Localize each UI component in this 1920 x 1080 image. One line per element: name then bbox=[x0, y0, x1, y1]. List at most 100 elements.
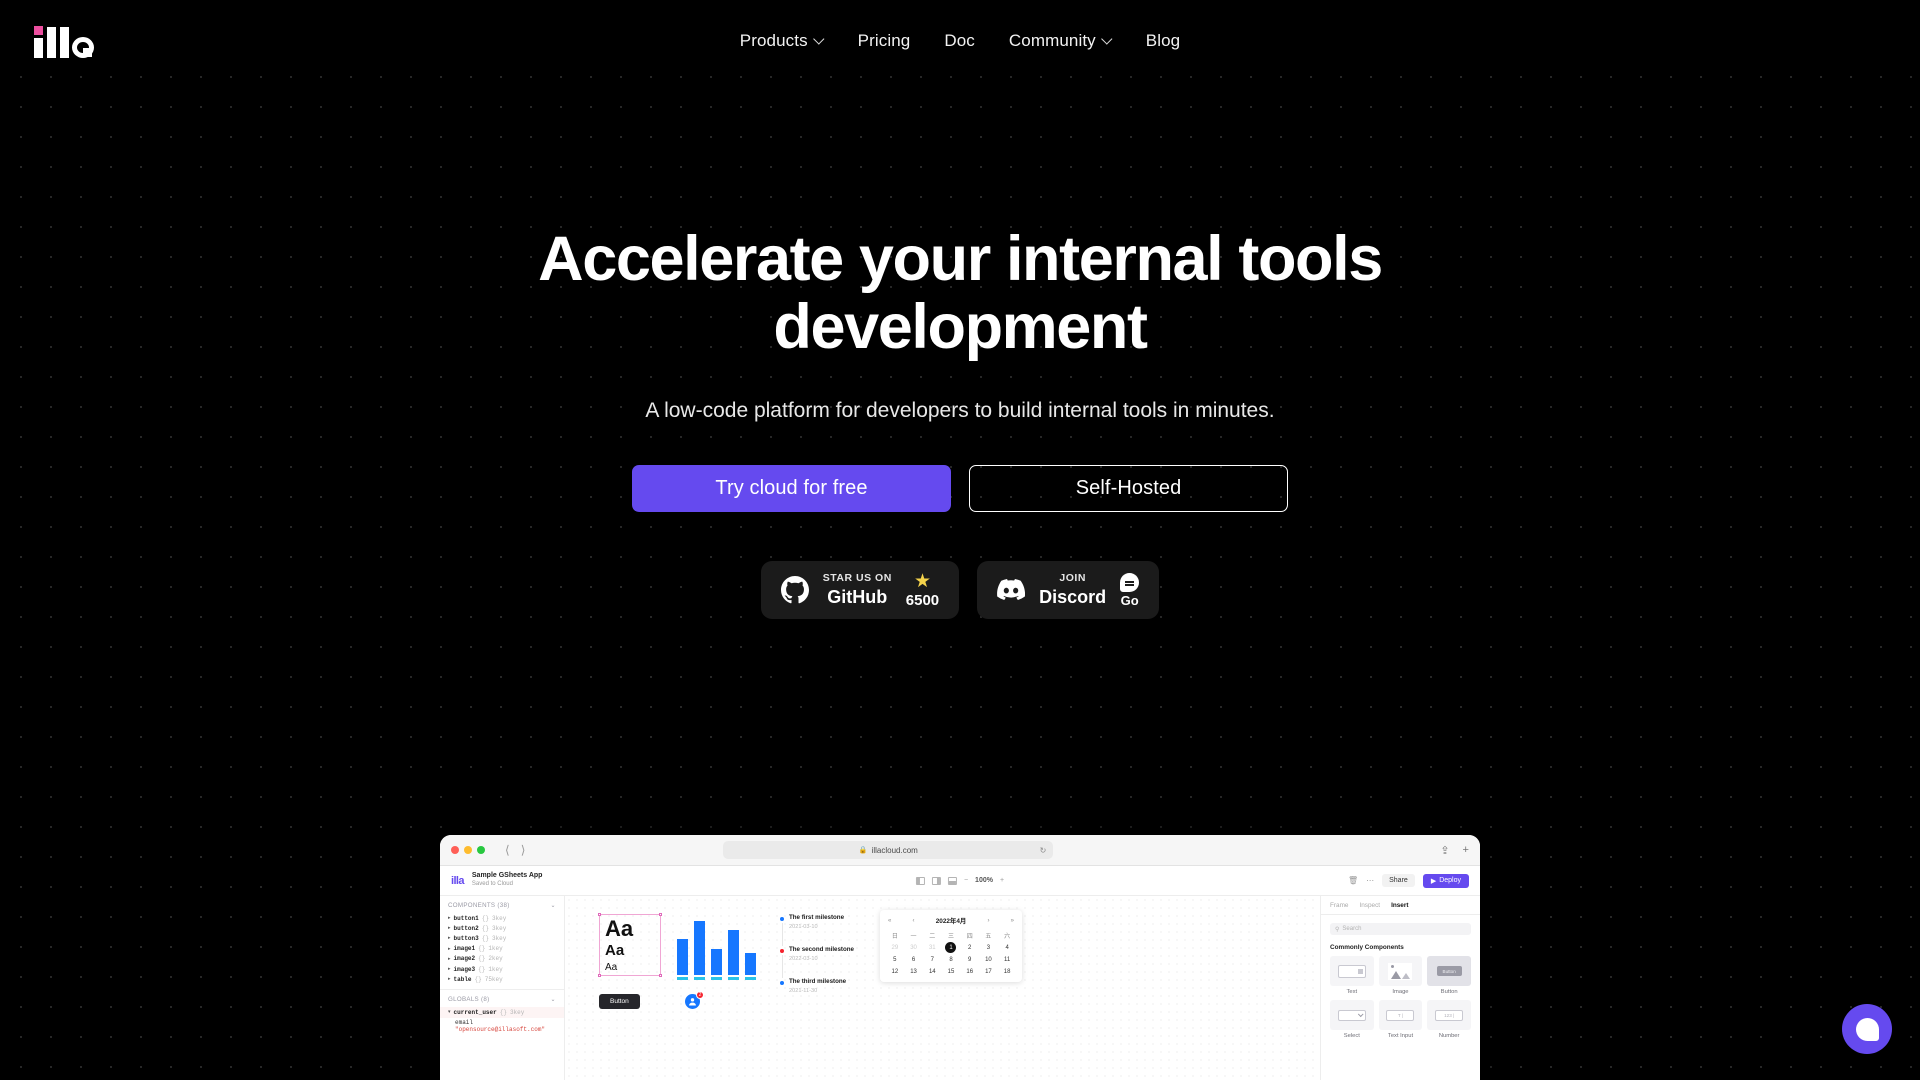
calendar-day[interactable]: 8 bbox=[942, 954, 960, 965]
inspector-tab-insert[interactable]: Insert bbox=[1391, 902, 1408, 909]
calendar-day[interactable]: 10 bbox=[980, 954, 998, 965]
avatar-widget[interactable]: 2 bbox=[685, 991, 704, 1009]
nav-item-pricing[interactable]: Pricing bbox=[858, 31, 911, 51]
inspector-tab-inspect[interactable]: Inspect bbox=[1359, 902, 1380, 909]
calendar-widget[interactable]: « ‹ 2022年4月 › » 日一二三四五六 29 30 31 1 2 3 4 5 6 7 8 9 10… bbox=[880, 910, 1022, 982]
plus-icon[interactable]: + bbox=[1463, 844, 1469, 857]
calendar-day[interactable]: 18 bbox=[998, 966, 1016, 977]
nav-item-community[interactable]: Community bbox=[1009, 31, 1112, 51]
close-window-button[interactable] bbox=[451, 846, 459, 854]
expand-icon[interactable]: ▸ bbox=[448, 946, 451, 952]
calendar-day[interactable]: 13 bbox=[905, 966, 923, 977]
expand-icon[interactable]: ▸ bbox=[448, 925, 451, 931]
app-logo[interactable]: illa bbox=[451, 875, 464, 887]
calendar-day[interactable]: 6 bbox=[905, 954, 923, 965]
components-section-header[interactable]: COMPONENTS (38) ⌄ bbox=[440, 896, 564, 913]
calendar-day[interactable]: 16 bbox=[961, 966, 979, 977]
github-star-badge[interactable]: STAR US ON GitHub ★ 6500 bbox=[760, 561, 960, 620]
component-list-item[interactable]: ▸ image1{} 1key bbox=[440, 944, 564, 954]
palette-item-button[interactable]: Button Button bbox=[1427, 956, 1471, 995]
chevron-right-icon[interactable]: › bbox=[987, 918, 989, 924]
calendar-day[interactable]: 17 bbox=[980, 966, 998, 977]
more-icon[interactable]: ⋯ bbox=[1366, 876, 1374, 885]
panel-left-icon[interactable] bbox=[915, 876, 925, 885]
url-bar[interactable]: 🔒 illacloud.com ↻ bbox=[723, 841, 1054, 859]
calendar-day[interactable]: 2 bbox=[961, 942, 979, 953]
self-hosted-button[interactable]: Self-Hosted bbox=[969, 465, 1288, 513]
calendar-day[interactable]: 7 bbox=[923, 954, 941, 965]
resize-handle[interactable] bbox=[598, 913, 601, 916]
palette-tile[interactable] bbox=[1330, 956, 1374, 986]
globals-section-header[interactable]: GLOBALS (8) ⌄ bbox=[440, 990, 564, 1007]
discord-join-badge[interactable]: JOIN Discord Go bbox=[977, 561, 1160, 620]
chevron-down-icon[interactable]: ⌄ bbox=[551, 902, 557, 909]
chevron-left-icon[interactable]: ⟨ bbox=[505, 843, 510, 857]
palette-item-image[interactable]: Image bbox=[1378, 956, 1423, 995]
calendar-day[interactable]: 5 bbox=[886, 954, 904, 965]
chat-widget-button[interactable] bbox=[1842, 1004, 1892, 1054]
nav-item-blog[interactable]: Blog bbox=[1146, 31, 1180, 51]
palette-tile[interactable] bbox=[1330, 1000, 1374, 1030]
calendar-day[interactable]: 9 bbox=[961, 954, 979, 965]
inspector-tab-frame[interactable]: Frame bbox=[1330, 902, 1348, 909]
expand-icon[interactable]: ▾ bbox=[448, 1009, 451, 1015]
resize-handle[interactable] bbox=[598, 974, 601, 977]
calendar-day[interactable]: 14 bbox=[923, 966, 941, 977]
expand-icon[interactable]: ▸ bbox=[448, 915, 451, 921]
calendar-day[interactable]: 15 bbox=[942, 966, 960, 977]
double-chevron-right-icon[interactable]: » bbox=[1011, 918, 1014, 924]
calendar-day[interactable]: 30 bbox=[905, 942, 923, 953]
browser-right-actions: ⇪ + bbox=[1440, 844, 1469, 857]
canvas-button-widget[interactable]: Button bbox=[599, 994, 640, 1009]
panel-right-icon[interactable] bbox=[931, 876, 941, 885]
chevron-down-icon[interactable]: ⌄ bbox=[551, 996, 557, 1003]
nav-item-doc[interactable]: Doc bbox=[944, 31, 975, 51]
palette-tile[interactable]: 123 | bbox=[1427, 1000, 1471, 1030]
calendar-day[interactable]: 31 bbox=[923, 942, 941, 953]
deploy-button[interactable]: ▶ Deploy bbox=[1422, 873, 1469, 888]
panel-bottom-icon[interactable] bbox=[947, 876, 957, 885]
component-list-item[interactable]: ▸ image3{} 1key bbox=[440, 964, 564, 974]
expand-icon[interactable]: ▸ bbox=[448, 935, 451, 941]
plus-icon[interactable]: + bbox=[1000, 877, 1004, 884]
component-list-item[interactable]: ▸ button3{} 3key bbox=[440, 933, 564, 943]
calendar-day[interactable]: 1 bbox=[942, 942, 960, 953]
double-chevron-left-icon[interactable]: « bbox=[888, 918, 891, 924]
resize-handle[interactable] bbox=[659, 913, 662, 916]
minus-icon[interactable]: − bbox=[964, 877, 968, 884]
share-button[interactable]: Share bbox=[1382, 874, 1415, 887]
component-list-item[interactable]: ▸ image2{} 2key bbox=[440, 954, 564, 964]
palette-tile[interactable]: Button bbox=[1427, 956, 1471, 986]
maximize-window-button[interactable] bbox=[477, 846, 485, 854]
expand-icon[interactable]: ▸ bbox=[448, 966, 451, 972]
expand-icon[interactable]: ▸ bbox=[448, 976, 451, 982]
palette-item-text[interactable]: Text bbox=[1330, 956, 1374, 995]
expand-icon[interactable]: ▸ bbox=[448, 956, 451, 962]
calendar-day[interactable]: 29 bbox=[886, 942, 904, 953]
calendar-day[interactable]: 4 bbox=[998, 942, 1016, 953]
nav-item-products[interactable]: Products bbox=[740, 31, 824, 51]
chevron-right-icon[interactable]: ⟩ bbox=[521, 843, 526, 857]
app-canvas[interactable]: Aa Aa Aa Button 2 The first milestone 202… bbox=[565, 896, 1320, 1080]
chevron-left-icon[interactable]: ‹ bbox=[913, 918, 915, 924]
palette-item-select[interactable]: Select bbox=[1330, 1000, 1374, 1039]
search-input[interactable]: ⚲ Search bbox=[1330, 923, 1471, 935]
share-icon[interactable]: ⇪ bbox=[1440, 844, 1449, 857]
global-list-item[interactable]: ▾ current_user{} 3key bbox=[440, 1007, 564, 1018]
component-list-item[interactable]: ▸ table{} 75key bbox=[440, 974, 564, 984]
palette-tile[interactable]: T | bbox=[1378, 1000, 1423, 1030]
trash-icon[interactable]: 🗑 bbox=[1348, 876, 1358, 885]
palette-tile[interactable] bbox=[1378, 956, 1423, 986]
calendar-day[interactable]: 3 bbox=[980, 942, 998, 953]
illa-logo[interactable] bbox=[34, 24, 94, 58]
try-cloud-for-free-button[interactable]: Try cloud for free bbox=[632, 465, 951, 513]
palette-item-text-input[interactable]: T | Text Input bbox=[1378, 1000, 1423, 1039]
calendar-day[interactable]: 11 bbox=[998, 954, 1016, 965]
resize-handle[interactable] bbox=[659, 974, 662, 977]
calendar-day[interactable]: 12 bbox=[886, 966, 904, 977]
reload-icon[interactable]: ↻ bbox=[1040, 846, 1047, 855]
component-list-item[interactable]: ▸ button1{} 3key bbox=[440, 913, 564, 923]
component-list-item[interactable]: ▸ button2{} 3key bbox=[440, 923, 564, 933]
minimize-window-button[interactable] bbox=[464, 846, 472, 854]
palette-item-number[interactable]: 123 | Number bbox=[1427, 1000, 1471, 1039]
